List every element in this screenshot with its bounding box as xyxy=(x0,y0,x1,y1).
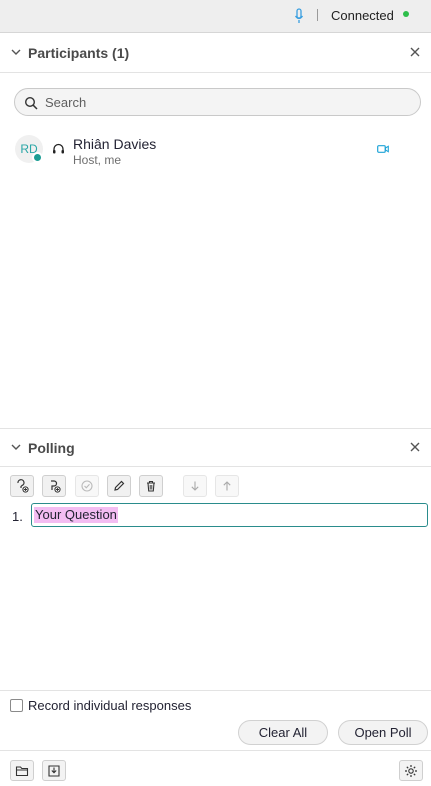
participant-name: Rhiân Davies xyxy=(73,136,157,152)
participants-header: Participants (1) xyxy=(0,33,431,73)
polling-title: Polling xyxy=(28,440,75,456)
clear-all-button[interactable]: Clear All xyxy=(238,720,328,745)
record-responses-checkbox[interactable] xyxy=(10,699,23,712)
correct-answer-button[interactable] xyxy=(75,475,99,497)
edit-icon xyxy=(114,480,125,491)
close-icon[interactable] xyxy=(409,441,421,453)
open-folder-button[interactable] xyxy=(10,760,34,781)
headset-icon xyxy=(53,143,64,154)
avatar-badge-icon xyxy=(32,152,43,163)
add-question-icon xyxy=(17,479,29,493)
divider xyxy=(0,690,431,691)
connection-indicator-icon xyxy=(403,11,409,17)
move-down-icon xyxy=(191,481,199,491)
search-box[interactable] xyxy=(14,88,421,116)
participant-role: Host, me xyxy=(73,153,122,167)
chevron-down-icon[interactable] xyxy=(10,46,22,58)
chevron-down-icon[interactable] xyxy=(10,441,22,453)
move-up-button[interactable] xyxy=(215,475,239,497)
polling-header: Polling xyxy=(0,428,431,468)
question-text[interactable]: Your Question xyxy=(34,507,118,523)
delete-button[interactable] xyxy=(139,475,163,497)
open-poll-button[interactable]: Open Poll xyxy=(338,720,428,745)
add-answer-button[interactable] xyxy=(42,475,66,497)
add-question-button[interactable] xyxy=(10,475,34,497)
divider xyxy=(0,72,431,73)
folder-icon xyxy=(15,765,29,776)
connection-status: Connected xyxy=(331,8,394,23)
participants-title: Participants (1) xyxy=(28,45,130,61)
check-icon xyxy=(81,480,93,492)
microphone-icon[interactable] xyxy=(294,8,304,24)
status-bar: Connected xyxy=(0,0,431,33)
divider xyxy=(317,9,318,21)
participant-row[interactable]: RD Rhiân Davies Host, me xyxy=(0,128,431,172)
search-icon xyxy=(24,96,38,110)
question-number: 1. xyxy=(12,509,23,524)
edit-button[interactable] xyxy=(107,475,131,497)
search-input[interactable] xyxy=(45,93,405,112)
close-icon[interactable] xyxy=(409,46,421,58)
divider xyxy=(0,466,431,467)
question-input[interactable]: Your Question xyxy=(31,503,428,527)
save-poll-button[interactable] xyxy=(42,760,66,781)
record-responses-label: Record individual responses xyxy=(28,698,192,713)
camera-icon[interactable] xyxy=(377,145,389,153)
settings-icon xyxy=(405,764,417,777)
move-up-icon xyxy=(223,481,231,491)
delete-icon xyxy=(147,480,155,492)
move-down-button[interactable] xyxy=(183,475,207,497)
add-answer-icon xyxy=(51,480,61,493)
settings-button[interactable] xyxy=(399,760,423,781)
save-poll-icon xyxy=(48,764,60,777)
footer-bar xyxy=(0,750,431,786)
